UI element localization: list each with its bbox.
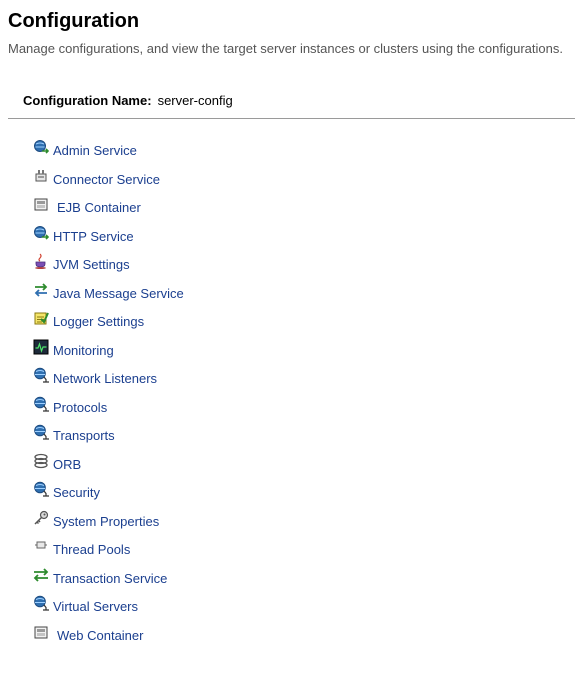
page-help-text: Manage configurations, and view the targ… — [8, 41, 563, 56]
orb-link[interactable]: ORB — [53, 457, 81, 472]
configuration-name-value: server-config — [157, 93, 233, 108]
transports-link[interactable]: Transports — [53, 428, 115, 443]
transaction-arrows-icon — [33, 567, 49, 583]
globe-stand-icon — [33, 396, 49, 412]
globe-stand-icon — [33, 367, 49, 383]
connector-icon — [33, 168, 49, 184]
configuration-name-label: Configuration Name: — [23, 93, 152, 108]
ejb-container-link[interactable]: EJB Container — [57, 200, 141, 215]
globe-stand-icon — [33, 424, 49, 440]
message-arrows-icon — [33, 282, 49, 298]
globe-stand-icon — [33, 595, 49, 611]
protocols-link[interactable]: Protocols — [53, 400, 107, 415]
divider — [8, 118, 575, 119]
monitor-icon — [33, 339, 49, 355]
thread-pools-link[interactable]: Thread Pools — [53, 542, 130, 557]
web-container-link[interactable]: Web Container — [57, 628, 143, 643]
monitoring-link[interactable]: Monitoring — [53, 343, 114, 358]
page-title: Configuration — [8, 10, 140, 32]
container-icon — [33, 624, 49, 640]
orb-icon — [33, 453, 49, 469]
configuration-name-row: Configuration Name: server-config — [23, 93, 233, 108]
key-icon — [33, 510, 49, 526]
system-properties-link[interactable]: System Properties — [53, 514, 159, 529]
security-link[interactable]: Security — [53, 485, 100, 500]
virtual-servers-link[interactable]: Virtual Servers — [53, 599, 138, 614]
java-message-service-link[interactable]: Java Message Service — [53, 286, 184, 301]
globe-arrow-icon — [33, 225, 49, 241]
admin-service-link[interactable]: Admin Service — [53, 143, 137, 158]
globe-stand-icon — [33, 481, 49, 497]
thread-pool-icon — [33, 538, 49, 554]
transaction-service-link[interactable]: Transaction Service — [53, 571, 167, 586]
jvm-settings-link[interactable]: JVM Settings — [53, 257, 130, 272]
connector-service-link[interactable]: Connector Service — [53, 172, 160, 187]
logger-settings-link[interactable]: Logger Settings — [53, 314, 144, 329]
network-listeners-link[interactable]: Network Listeners — [53, 371, 157, 386]
globe-arrow-icon — [33, 139, 49, 155]
container-icon — [33, 196, 49, 212]
logger-icon — [33, 310, 49, 326]
java-cup-icon — [33, 253, 49, 269]
http-service-link[interactable]: HTTP Service — [53, 229, 134, 244]
